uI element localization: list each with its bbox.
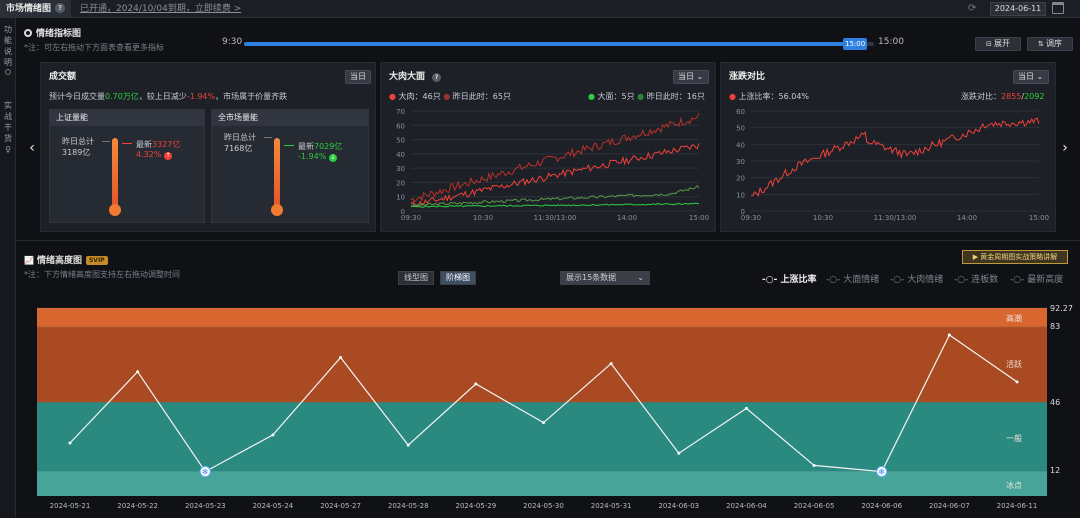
data-point[interactable] <box>339 355 343 359</box>
height-chart: ❄ ❄ <box>37 307 1047 496</box>
zone-label-climax: 高潮 <box>1006 314 1022 323</box>
zone-normal <box>37 402 1047 472</box>
ice-point-marker[interactable]: ❄ <box>876 466 888 478</box>
data-point[interactable] <box>677 451 681 455</box>
data-point[interactable] <box>542 421 545 425</box>
x-tick-label: 2024-06-05 <box>793 502 835 510</box>
x-tick-label: 2024-05-30 <box>523 502 564 510</box>
ice-point-marker[interactable]: ❄ <box>199 466 211 478</box>
x-tick-label: 2024-06-11 <box>996 502 1038 510</box>
data-point[interactable] <box>744 406 748 410</box>
zone-climax <box>37 308 1047 327</box>
x-tick-label: 2024-06-03 <box>658 502 700 510</box>
data-point[interactable] <box>406 443 410 447</box>
x-tick-label: 2024-05-31 <box>590 502 632 510</box>
zone-label-normal: 一般 <box>1006 434 1022 443</box>
data-point[interactable] <box>68 441 72 445</box>
data-point[interactable] <box>609 362 613 366</box>
data-point[interactable] <box>136 370 140 374</box>
x-tick-label: 2024-05-29 <box>455 502 497 510</box>
zone-label-ice: 冰点 <box>1006 481 1022 490</box>
x-tick-label: 2024-05-27 <box>320 502 361 510</box>
x-tick-label: 2024-05-24 <box>252 502 294 510</box>
data-point[interactable] <box>271 433 275 437</box>
svg-text:❄: ❄ <box>202 468 209 477</box>
y-tick-46: 46 <box>1050 398 1061 407</box>
data-point[interactable] <box>812 463 816 467</box>
x-tick-label: 2024-05-23 <box>184 502 226 510</box>
y-tick-83: 83 <box>1050 322 1061 331</box>
data-point[interactable] <box>474 382 478 386</box>
zone-ice <box>37 471 1047 496</box>
x-tick-label: 2024-06-04 <box>726 502 767 510</box>
x-tick-label: 2024-05-21 <box>49 502 91 510</box>
zone-active <box>37 326 1047 403</box>
zone-label-active: 活跃 <box>1006 360 1022 369</box>
x-tick-label: 2024-06-07 <box>929 502 970 510</box>
x-tick-label: 2024-06-06 <box>861 502 903 510</box>
data-point[interactable] <box>947 333 951 337</box>
x-tick-label: 2024-05-28 <box>387 502 429 510</box>
y-tick-12: 12 <box>1050 466 1061 475</box>
svg-text:❄: ❄ <box>878 468 885 477</box>
x-tick-label: 2024-05-22 <box>117 502 158 510</box>
y-tick-max: 92.27 <box>1050 304 1073 313</box>
data-point[interactable] <box>1015 380 1019 384</box>
